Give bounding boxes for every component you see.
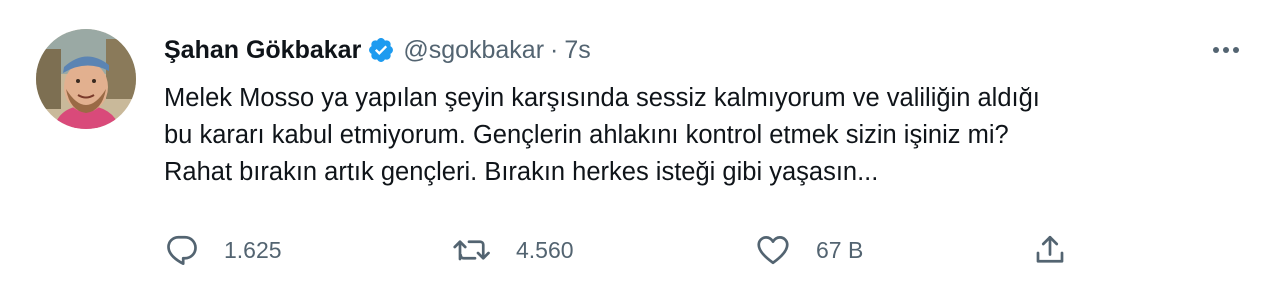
tweet-text-line: Melek Mosso ya yapılan şeyin karşısında … (164, 84, 1040, 112)
reply-count: 1.625 (224, 236, 282, 263)
tweet-text-line: Rahat bırakın artık gençleri. Bırakın he… (164, 158, 879, 186)
more-icon (1213, 47, 1239, 53)
like-button[interactable]: 67 B (754, 228, 863, 272)
reply-button[interactable]: 1.625 (164, 228, 282, 272)
like-count: 67 B (816, 236, 864, 263)
author-name[interactable]: Şahan Gökbakar (164, 36, 361, 65)
share-icon (1036, 235, 1064, 263)
author-handle[interactable]: @sgokbakar (403, 36, 544, 65)
tweet-header: Şahan Gökbakar @sgokbakar · 7s (164, 30, 591, 70)
tweet: Şahan Gökbakar @sgokbakar · 7s Melek Mos… (0, 0, 1280, 295)
action-bar: 1.625 4.560 67 B (164, 228, 1254, 272)
more-options-button[interactable] (1204, 34, 1248, 66)
reply-icon (167, 235, 197, 265)
retweet-count: 4.560 (516, 236, 574, 263)
retweet-button[interactable]: 4.560 (452, 228, 574, 272)
timestamp[interactable]: 7s (564, 36, 590, 65)
verified-badge-icon (367, 36, 395, 64)
retweet-icon (453, 240, 490, 261)
avatar-image (36, 29, 136, 129)
tweet-text: Melek Mosso ya yapılan şeyin karşısında … (164, 80, 1254, 191)
heart-icon (757, 236, 789, 265)
header-separator: · (550, 35, 559, 64)
share-button[interactable] (1032, 228, 1068, 272)
tweet-text-line: bu kararı kabul etmiyorum. Gençlerin ahl… (164, 121, 1009, 149)
avatar[interactable] (36, 29, 136, 129)
